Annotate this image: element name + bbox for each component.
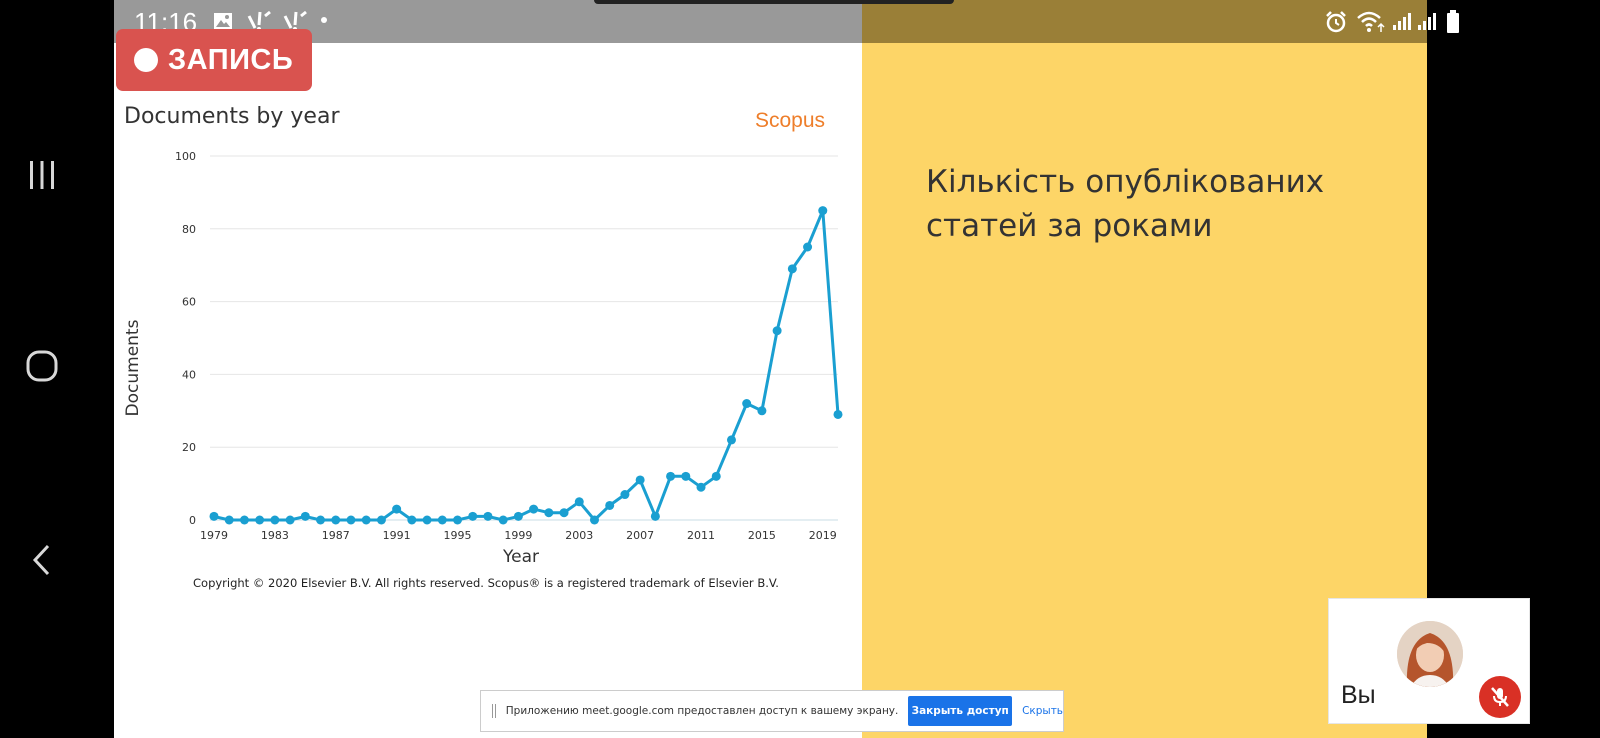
avatar-image: [1397, 621, 1463, 687]
data-point: [833, 409, 843, 419]
data-point: [772, 326, 782, 336]
data-point: [559, 508, 569, 518]
camera-notch: [594, 0, 954, 4]
y-tick-label: 0: [189, 514, 196, 527]
avatar: [1397, 621, 1463, 687]
documents-by-year-chart: 0 20 40 60 80 100 1979 1983 1987 1991 1995 1999 2003…: [123, 150, 843, 567]
data-point: [209, 511, 219, 521]
data-point: [361, 515, 371, 525]
y-tick-label: 20: [182, 441, 196, 454]
recent-apps-icon: [30, 161, 54, 189]
share-banner-text: Приложению meet.google.com предоставлен …: [505, 705, 899, 717]
data-point: [437, 515, 447, 525]
data-point: [726, 435, 736, 445]
data-point: [407, 515, 417, 525]
data-point: [453, 515, 463, 525]
dot-icon: [321, 17, 327, 23]
x-tick-label: 2003: [565, 529, 593, 542]
data-point: [666, 471, 676, 481]
data-point: [239, 515, 249, 525]
data-point: [392, 504, 402, 514]
x-tick-label: 1979: [200, 529, 228, 542]
y-tick-label: 60: [182, 296, 196, 309]
screen-share-banner: Приложению meet.google.com предоставлен …: [480, 690, 1064, 732]
x-tick-label: 1987: [322, 529, 350, 542]
copyright-notice: Copyright © 2020 Elsevier B.V. All right…: [193, 576, 779, 590]
data-point: [787, 264, 797, 274]
data-point: [483, 511, 493, 521]
x-tick-label: 2007: [626, 529, 654, 542]
data-point: [331, 515, 341, 525]
data-point: [255, 515, 265, 525]
data-point: [422, 515, 432, 525]
mic-muted-button[interactable]: [1479, 676, 1521, 718]
data-point: [513, 511, 523, 521]
x-tick-label: 2011: [687, 529, 715, 542]
scopus-logo: Scopus: [755, 109, 826, 132]
data-point: [589, 515, 599, 525]
data-point: [803, 242, 813, 252]
mic-off-icon: [1491, 687, 1509, 707]
data-point: [468, 511, 478, 521]
x-tick-label: 2015: [748, 529, 776, 542]
data-point: [635, 475, 645, 485]
data-point: [285, 515, 295, 525]
data-point: [376, 515, 386, 525]
data-point: [574, 497, 584, 507]
data-point: [498, 515, 508, 525]
data-point: [650, 511, 660, 521]
cell-signal-icon: [1393, 13, 1411, 30]
data-point: [605, 500, 615, 510]
series-line: [213, 209, 840, 522]
y-tick-label: 40: [182, 368, 196, 381]
data-point: [818, 206, 828, 216]
screen: 11:16 ЗАПИСЬ Documents by year Scopus 02…: [0, 0, 1600, 738]
data-point: [224, 515, 234, 525]
cell-signal-icon: [1418, 13, 1436, 30]
self-name-label: Вы: [1341, 681, 1376, 709]
data-point: [757, 406, 767, 416]
data-point: [681, 471, 691, 481]
x-tick-label: 1995: [444, 529, 472, 542]
data-point: [696, 482, 706, 492]
battery-icon: [1447, 10, 1459, 33]
y-tick-label: 80: [182, 223, 196, 236]
self-view-tile[interactable]: Вы: [1328, 598, 1530, 724]
hide-banner-link[interactable]: Скрыть: [1022, 705, 1063, 717]
back-icon: [32, 544, 50, 576]
stop-sharing-button[interactable]: Закрыть доступ: [908, 696, 1013, 726]
recent-apps-button[interactable]: [22, 155, 62, 195]
back-button[interactable]: [22, 540, 62, 580]
recording-indicator[interactable]: ЗАПИСЬ: [116, 29, 312, 91]
data-point: [711, 471, 721, 481]
data-point: [544, 508, 554, 518]
alarm-icon: [1326, 11, 1346, 33]
x-tick-label: 1999: [504, 529, 532, 542]
data-point: [270, 515, 280, 525]
data-point: [300, 511, 310, 521]
slide-heading: Кількість опублікованих статей за роками: [926, 164, 1325, 244]
x-axis-label: Year: [502, 547, 539, 567]
x-tick-label: 2019: [809, 529, 837, 542]
x-tick-label: 1983: [261, 529, 289, 542]
data-point: [742, 399, 752, 409]
data-point: [316, 515, 326, 525]
y-tick-label: 100: [175, 150, 196, 163]
wifi-icon: [1357, 11, 1385, 32]
record-dot-icon: [134, 48, 158, 72]
recording-label: ЗАПИСЬ: [168, 43, 294, 76]
data-point: [529, 504, 539, 514]
y-axis-label: Documents: [123, 319, 143, 416]
data-point: [346, 515, 356, 525]
home-icon: [26, 350, 58, 382]
x-tick-label: 1991: [383, 529, 411, 542]
home-button[interactable]: [22, 346, 62, 386]
drag-handle-icon[interactable]: [492, 704, 496, 718]
chart-title: Documents by year: [124, 104, 340, 129]
data-point: [620, 490, 630, 500]
